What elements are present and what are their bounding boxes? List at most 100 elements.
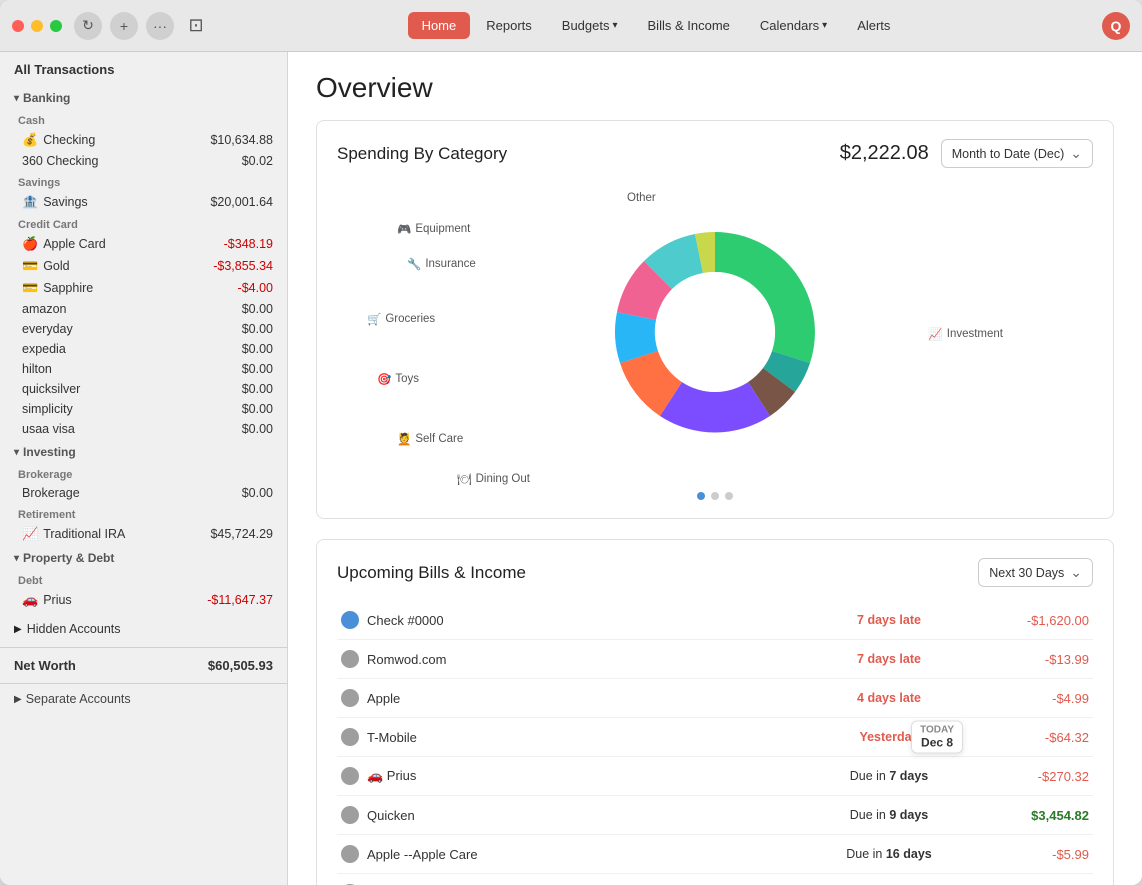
sidebar-subsection-savings: Savings — [0, 175, 287, 191]
nav-budgets[interactable]: Budgets — [548, 12, 632, 39]
bill-amount-apple: -$4.99 — [969, 691, 1089, 706]
bill-name-prius: 🚗 Prius — [367, 768, 809, 784]
bill-row-check0000[interactable]: Check #0000 7 days late -$1,620.00 — [337, 601, 1093, 640]
sidebar-item-savings[interactable]: 🏦 Savings $20,001.64 — [0, 191, 287, 213]
label-other: Other — [627, 192, 656, 204]
checking-value: $10,634.88 — [210, 133, 273, 147]
dot-3[interactable] — [725, 492, 733, 500]
checking-icon: 💰 — [22, 132, 38, 148]
quicksilver-value: $0.00 — [242, 382, 273, 396]
spending-title: Spending By Category — [337, 144, 507, 164]
maximize-button[interactable] — [50, 20, 62, 32]
bill-row-prius[interactable]: 🚗 Prius Due in 7 days -$270.32 — [337, 757, 1093, 796]
bill-row-quicken[interactable]: Quicken Due in 9 days $3,454.82 — [337, 796, 1093, 835]
bill-status-prius: Due in 7 days — [809, 769, 969, 783]
new-tab-button[interactable]: + — [110, 12, 138, 40]
dot-2[interactable] — [711, 492, 719, 500]
sidebar-item-usaavisa[interactable]: usaa visa $0.00 — [0, 419, 287, 439]
titlebar: ↻ + ··· ⊡ Home Reports Budgets Bills & I… — [0, 0, 1142, 52]
sidebar-item-checking[interactable]: 💰 Checking $10,634.88 — [0, 129, 287, 151]
collapse-property-icon: ▾ — [14, 553, 19, 564]
quicken-logo: Q — [1102, 12, 1130, 40]
sidebar-item-simplicity[interactable]: simplicity $0.00 — [0, 399, 287, 419]
amazon-name: amazon — [22, 302, 242, 316]
bill-icon-apple — [341, 689, 359, 707]
bill-name-quicken: Quicken — [367, 808, 809, 823]
sidebar-item-quicksilver[interactable]: quicksilver $0.00 — [0, 379, 287, 399]
hilton-name: hilton — [22, 362, 242, 376]
sidebar-item-traditional-ira[interactable]: 📈 Traditional IRA $45,724.29 — [0, 523, 287, 545]
sidebar-item-gold[interactable]: 💳 Gold -$3,855.34 — [0, 255, 287, 277]
sidebar-item-everyday[interactable]: everyday $0.00 — [0, 319, 287, 339]
bill-icon-quicken — [341, 806, 359, 824]
sapphire-name: Sapphire — [43, 281, 237, 295]
bill-name-tmobile: T-Mobile — [367, 730, 809, 745]
sidebar-section-banking[interactable]: ▾ Banking — [0, 85, 287, 109]
upcoming-bills-card: Upcoming Bills & Income Next 30 Days Che… — [316, 539, 1114, 885]
sidebar-all-transactions[interactable]: All Transactions — [0, 52, 287, 85]
savings-name: Savings — [43, 195, 210, 209]
bill-amount-romwod: -$13.99 — [969, 652, 1089, 667]
bill-row-applecare[interactable]: Apple --Apple Care Due in 16 days -$5.99 — [337, 835, 1093, 874]
expedia-value: $0.00 — [242, 342, 273, 356]
usaavisa-value: $0.00 — [242, 422, 273, 436]
bill-name-romwod: Romwod.com — [367, 652, 809, 667]
sidebar-item-brokerage[interactable]: Brokerage $0.00 — [0, 483, 287, 503]
everyday-name: everyday — [22, 322, 242, 336]
applecard-name: Apple Card — [43, 237, 223, 251]
sidebar-hidden-accounts[interactable]: ▶ Hidden Accounts — [0, 619, 287, 639]
bills-period-dropdown[interactable]: Next 30 Days — [978, 558, 1093, 587]
bill-icon-check0000 — [341, 611, 359, 629]
nav-calendars[interactable]: Calendars — [746, 12, 841, 39]
bill-amount-applecare: -$5.99 — [969, 847, 1089, 862]
sidebar-section-investing[interactable]: ▾ Investing — [0, 439, 287, 463]
today-badge-label: TODAY — [920, 725, 954, 736]
everyday-value: $0.00 — [242, 322, 273, 336]
donut-chart-area: 🎮 Equipment 🔧 Insurance 🛒 Groceries 🎯 To… — [337, 182, 1093, 482]
separate-accounts[interactable]: ▶ Separate Accounts — [0, 683, 287, 714]
label-toys: 🎯 Toys — [377, 372, 419, 386]
bills-title: Upcoming Bills & Income — [337, 563, 526, 583]
bill-amount-quicken: $3,454.82 — [969, 808, 1089, 823]
sidebar-item-sapphire[interactable]: 💳 Sapphire -$4.00 — [0, 277, 287, 299]
amazon-value: $0.00 — [242, 302, 273, 316]
checking-name: Checking — [43, 133, 210, 147]
sidebar-item-prius[interactable]: 🚗 Prius -$11,647.37 — [0, 589, 287, 611]
dot-1[interactable] — [697, 492, 705, 500]
nav-reports[interactable]: Reports — [472, 12, 546, 39]
sapphire-icon: 💳 — [22, 280, 38, 296]
bill-name-applecare: Apple --Apple Care — [367, 847, 809, 862]
bill-row-comcast[interactable]: Comcast Due in 20 days -$50.00 — [337, 874, 1093, 885]
spending-period-dropdown[interactable]: Month to Date (Dec) — [941, 139, 1093, 168]
nav-alerts[interactable]: Alerts — [843, 12, 904, 39]
sidebar-toggle-button[interactable]: ⊡ — [182, 12, 210, 40]
separate-accounts-label: Separate Accounts — [26, 692, 131, 706]
close-button[interactable] — [12, 20, 24, 32]
bill-row-apple[interactable]: Apple 4 days late -$4.99 — [337, 679, 1093, 718]
nav-bills-income[interactable]: Bills & Income — [634, 12, 744, 39]
sidebar-item-amazon[interactable]: amazon $0.00 — [0, 299, 287, 319]
label-investment: 📈 Investment — [928, 327, 1003, 341]
bill-row-romwod[interactable]: Romwod.com 7 days late -$13.99 — [337, 640, 1093, 679]
sidebar-item-applecard[interactable]: 🍎 Apple Card -$348.19 — [0, 233, 287, 255]
net-worth-label: Net Worth — [14, 658, 76, 673]
minimize-button[interactable] — [31, 20, 43, 32]
quicksilver-name: quicksilver — [22, 382, 242, 396]
more-button[interactable]: ··· — [146, 12, 174, 40]
nav-home[interactable]: Home — [408, 12, 471, 39]
bill-row-tmobile[interactable]: T-Mobile Yesterday -$64.32 TODAY Dec 8 — [337, 718, 1093, 757]
sidebar-subsection-retirement: Retirement — [0, 507, 287, 523]
sidebar-item-360checking[interactable]: 360 Checking $0.02 — [0, 151, 287, 171]
sidebar-item-hilton[interactable]: hilton $0.00 — [0, 359, 287, 379]
expand-hidden-icon: ▶ — [14, 624, 22, 635]
spending-total: $2,222.08 — [840, 142, 929, 165]
app-window: ↻ + ··· ⊡ Home Reports Budgets Bills & I… — [0, 0, 1142, 885]
insurance-icon: 🔧 — [407, 257, 421, 271]
sidebar-section-property-debt[interactable]: ▾ Property & Debt — [0, 545, 287, 569]
page-title: Overview — [316, 72, 1114, 104]
bill-amount-tmobile: -$64.32 — [969, 730, 1089, 745]
sidebar-item-expedia[interactable]: expedia $0.00 — [0, 339, 287, 359]
gold-name: Gold — [43, 259, 213, 273]
label-selfcare: 💆 Self Care — [397, 432, 463, 446]
refresh-button[interactable]: ↻ — [74, 12, 102, 40]
